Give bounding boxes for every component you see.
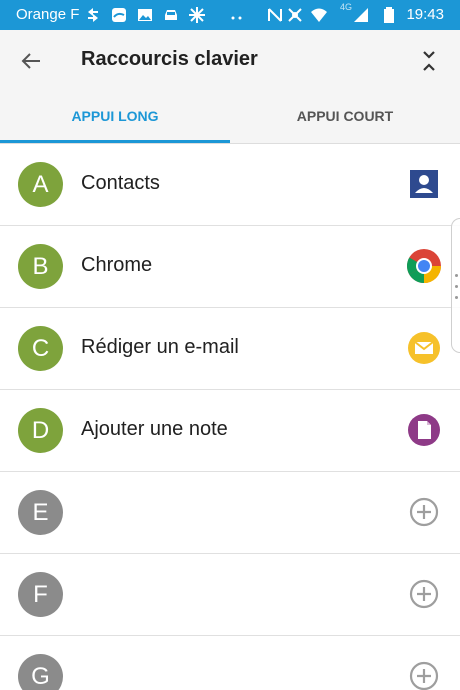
tab-appui-court[interactable]: APPUI COURT [230,92,460,144]
add-icon[interactable] [406,658,442,690]
letter-avatar: E [18,490,63,535]
handle-dot [455,296,458,299]
more-notifications-icon [231,16,242,20]
letter-avatar: A [18,162,63,207]
shortcut-label: Chrome [81,254,153,276]
shortcut-item-c[interactable]: C Rédiger un e-mail [0,308,460,390]
shortcut-label: Rédiger un e-mail [81,336,239,358]
shortcut-label: Contacts [81,172,160,194]
image-icon [138,9,152,21]
status-bar: Orange F 4G 19:43 [0,0,460,30]
shortcut-item-e[interactable]: E [0,472,460,554]
snowflake-icon [189,7,205,23]
page-title: Raccourcis clavier [81,48,258,70]
clock: 19:43 [406,6,444,23]
shortcut-list: A Contacts B Chrome C Rédiger un e-mail [0,144,460,690]
sim-icon [112,8,126,22]
shortcut-item-g[interactable]: G [0,636,460,690]
tab-bar: APPUI LONG APPUI COURT [0,92,460,144]
note-icon [408,414,440,446]
wifi-icon [311,8,327,22]
shortcut-label: Ajouter une note [81,418,228,440]
nfc-icon [268,8,282,22]
carrier-name: Orange F [16,6,80,23]
arrow-left-icon [21,53,40,69]
app-bar: Raccourcis clavier [0,30,460,92]
shortcut-item-b[interactable]: B Chrome [0,226,460,308]
collapse-icon [423,51,435,71]
letter-avatar: B [18,244,63,289]
battery-icon [384,7,394,23]
email-icon [408,332,440,364]
letter-avatar: G [18,654,63,690]
sync-icon [88,8,98,22]
edge-panel-handle[interactable] [451,218,460,353]
network-type: 4G [340,2,353,12]
handle-dot [455,285,458,288]
letter-avatar: C [18,326,63,371]
signal-icon [354,8,368,22]
contacts-icon [410,170,438,198]
shortcut-item-d[interactable]: D Ajouter une note [0,390,460,472]
tab-appui-long[interactable]: APPUI LONG [0,92,230,144]
back-button[interactable] [14,44,48,78]
shortcut-item-a[interactable]: A Contacts [0,144,460,226]
active-tab-indicator [0,140,230,143]
shortcut-item-f[interactable]: F [0,554,460,636]
add-icon[interactable] [406,576,442,612]
car-icon [165,10,177,20]
letter-avatar: D [18,408,63,453]
handle-dot [455,274,458,277]
add-icon[interactable] [406,494,442,530]
chrome-icon [407,249,441,283]
letter-avatar: F [18,572,63,617]
collapse-button[interactable] [412,44,446,78]
vibrate-icon [288,8,302,22]
